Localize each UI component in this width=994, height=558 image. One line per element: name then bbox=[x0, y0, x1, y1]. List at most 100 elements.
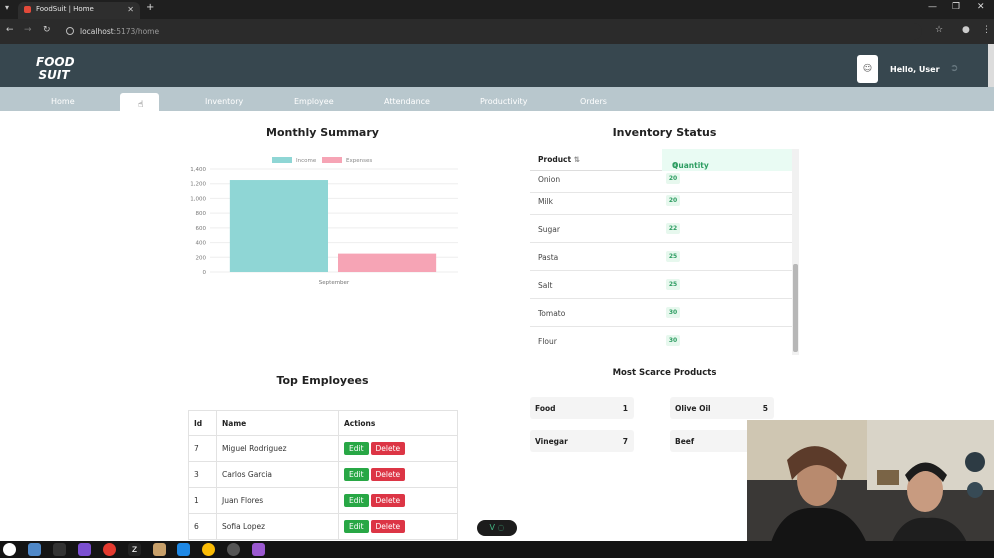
terminal-icon[interactable] bbox=[53, 543, 66, 556]
edit-button[interactable]: Edit bbox=[344, 520, 369, 533]
url-host: localhost bbox=[80, 27, 114, 36]
bookmark-star-icon[interactable]: ☆ bbox=[935, 25, 943, 35]
monthly-summary-title: Monthly Summary bbox=[266, 126, 379, 139]
table-row: Milk 20 bbox=[530, 187, 792, 215]
chrome-icon[interactable] bbox=[202, 543, 215, 556]
table-row: Sugar 22 bbox=[530, 215, 792, 243]
profile-icon[interactable]: ● bbox=[962, 25, 970, 35]
browser-menu-icon[interactable]: ⋮ bbox=[982, 25, 991, 35]
scarce-item: Vinegar 7 bbox=[530, 430, 634, 452]
nav-item-employee[interactable]: Employee bbox=[294, 97, 334, 106]
tab-search-icon[interactable]: ▾ bbox=[5, 3, 9, 12]
edit-button[interactable]: Edit bbox=[344, 442, 369, 455]
delete-button[interactable]: Delete bbox=[370, 442, 406, 455]
edit-button[interactable]: Edit bbox=[344, 494, 369, 507]
back-icon[interactable]: ← bbox=[6, 25, 14, 35]
inventory-qty-badge: 25 bbox=[666, 251, 680, 262]
nav-item-orders[interactable]: Orders bbox=[580, 97, 607, 106]
employee-name: Miguel Rodriguez bbox=[216, 435, 339, 462]
scarce-item-name: Vinegar bbox=[535, 437, 568, 446]
nav-item-attendance[interactable]: Attendance bbox=[384, 97, 430, 106]
table-row: 1 Juan Flores Edit Delete bbox=[188, 487, 458, 514]
employee-id: 6 bbox=[188, 513, 217, 540]
vue-devtools-label: V bbox=[489, 523, 495, 532]
url-input[interactable]: localhost:5173/home bbox=[62, 23, 922, 40]
column-header-product[interactable]: Product ⇅ bbox=[538, 155, 580, 164]
obs-icon[interactable] bbox=[227, 543, 240, 556]
chart-y-tick-label: 800 bbox=[196, 211, 207, 217]
restore-icon[interactable]: ❐ bbox=[952, 2, 960, 12]
inventory-product: Onion bbox=[538, 175, 561, 184]
table-row: 7 Miguel Rodriguez Edit Delete bbox=[188, 435, 458, 462]
close-tab-icon[interactable]: ✕ bbox=[127, 2, 134, 17]
column-header-actions: Actions bbox=[338, 410, 458, 436]
app-launcher-icon[interactable] bbox=[78, 543, 91, 556]
user-icon[interactable]: ☺ bbox=[857, 55, 878, 83]
logout-icon[interactable]: ➲ bbox=[950, 63, 958, 74]
column-header-quantity[interactable]: Quantity ⇅ bbox=[662, 149, 792, 171]
chart-y-tick-label: 1,200 bbox=[190, 182, 206, 188]
chart-y-tick-label: 600 bbox=[196, 226, 207, 232]
inventory-table[interactable]: Onion 20 Milk 20 Sugar 22 Pasta 25 Salt … bbox=[530, 149, 800, 355]
scarce-item-name: Olive Oil bbox=[675, 404, 711, 413]
chart-bar-expenses bbox=[338, 253, 437, 272]
nav-item-inventory[interactable]: Inventory bbox=[205, 97, 243, 106]
image-viewer-icon[interactable] bbox=[153, 543, 166, 556]
inventory-qty-badge: 25 bbox=[666, 279, 680, 290]
sort-icon[interactable]: ⇅ bbox=[672, 161, 678, 170]
employees-table: Id Name Actions 7 Miguel Rodriguez Edit D… bbox=[188, 410, 458, 540]
edit-button[interactable]: Edit bbox=[344, 468, 369, 481]
chart-x-tick-label: September bbox=[319, 280, 350, 286]
logo[interactable]: FOOD SUIT bbox=[36, 56, 75, 82]
chart-legend-swatch bbox=[322, 157, 342, 163]
inventory-product: Tomato bbox=[538, 309, 566, 318]
inventory-product: Pasta bbox=[538, 253, 559, 262]
nav-item-home[interactable]: Home bbox=[51, 97, 75, 106]
scarce-item-count: 7 bbox=[622, 437, 628, 446]
reload-icon[interactable]: ↻ bbox=[43, 25, 51, 35]
chart-y-tick-label: 1,000 bbox=[190, 196, 206, 202]
start-menu-icon[interactable] bbox=[3, 543, 16, 556]
browser-tab[interactable]: FoodSuit | Home ✕ bbox=[18, 2, 140, 19]
forward-icon[interactable]: → bbox=[24, 25, 32, 35]
scarce-item-name: Beef bbox=[675, 437, 695, 446]
table-row: Salt 25 bbox=[530, 271, 792, 299]
scarce-item-name: Food bbox=[535, 404, 556, 413]
top-employees-title: Top Employees bbox=[276, 374, 369, 387]
inventory-product: Salt bbox=[538, 281, 553, 290]
nav-item-productivity[interactable]: Productivity bbox=[480, 97, 527, 106]
chart-y-tick-label: 200 bbox=[196, 255, 207, 261]
chart-y-tick-label: 1,400 bbox=[190, 167, 206, 173]
inventory-product: Sugar bbox=[538, 225, 560, 234]
employee-actions: Edit Delete bbox=[338, 487, 458, 514]
media-player-icon[interactable] bbox=[252, 543, 265, 556]
file-manager-icon[interactable] bbox=[28, 543, 41, 556]
employee-actions: Edit Delete bbox=[338, 435, 458, 462]
table-header-row: Id Name Actions bbox=[188, 410, 458, 436]
site-info-icon[interactable] bbox=[66, 27, 74, 35]
inventory-qty-badge: 30 bbox=[666, 335, 680, 346]
employee-actions: Edit Delete bbox=[338, 461, 458, 488]
webstorm-icon[interactable] bbox=[177, 543, 190, 556]
delete-button[interactable]: Delete bbox=[370, 494, 406, 507]
webcam-overlay bbox=[747, 420, 994, 558]
vue-devtools-button[interactable]: V ◌ bbox=[477, 520, 517, 536]
zed-icon[interactable]: z bbox=[128, 543, 141, 556]
chart-y-tick-label: 400 bbox=[196, 241, 207, 247]
inventory-product: Milk bbox=[538, 197, 553, 206]
scarce-item-count: 5 bbox=[762, 404, 768, 413]
window-close-icon[interactable]: ✕ bbox=[977, 2, 985, 12]
youtube-icon[interactable] bbox=[103, 543, 116, 556]
delete-button[interactable]: Delete bbox=[370, 468, 406, 481]
employee-actions: Edit Delete bbox=[338, 513, 458, 540]
inventory-qty-badge: 22 bbox=[666, 223, 680, 234]
url-path: :5173/home bbox=[113, 27, 160, 36]
minimize-icon[interactable]: — bbox=[928, 2, 937, 12]
delete-button[interactable]: Delete bbox=[370, 520, 406, 533]
inventory-scrollbar-thumb[interactable] bbox=[793, 264, 798, 352]
new-tab-icon[interactable]: + bbox=[146, 2, 154, 13]
sort-icon[interactable]: ⇅ bbox=[574, 155, 580, 164]
employee-name: Juan Flores bbox=[216, 487, 339, 514]
tab-title: FoodSuit | Home bbox=[36, 5, 94, 13]
column-header-name: Name bbox=[216, 410, 339, 436]
